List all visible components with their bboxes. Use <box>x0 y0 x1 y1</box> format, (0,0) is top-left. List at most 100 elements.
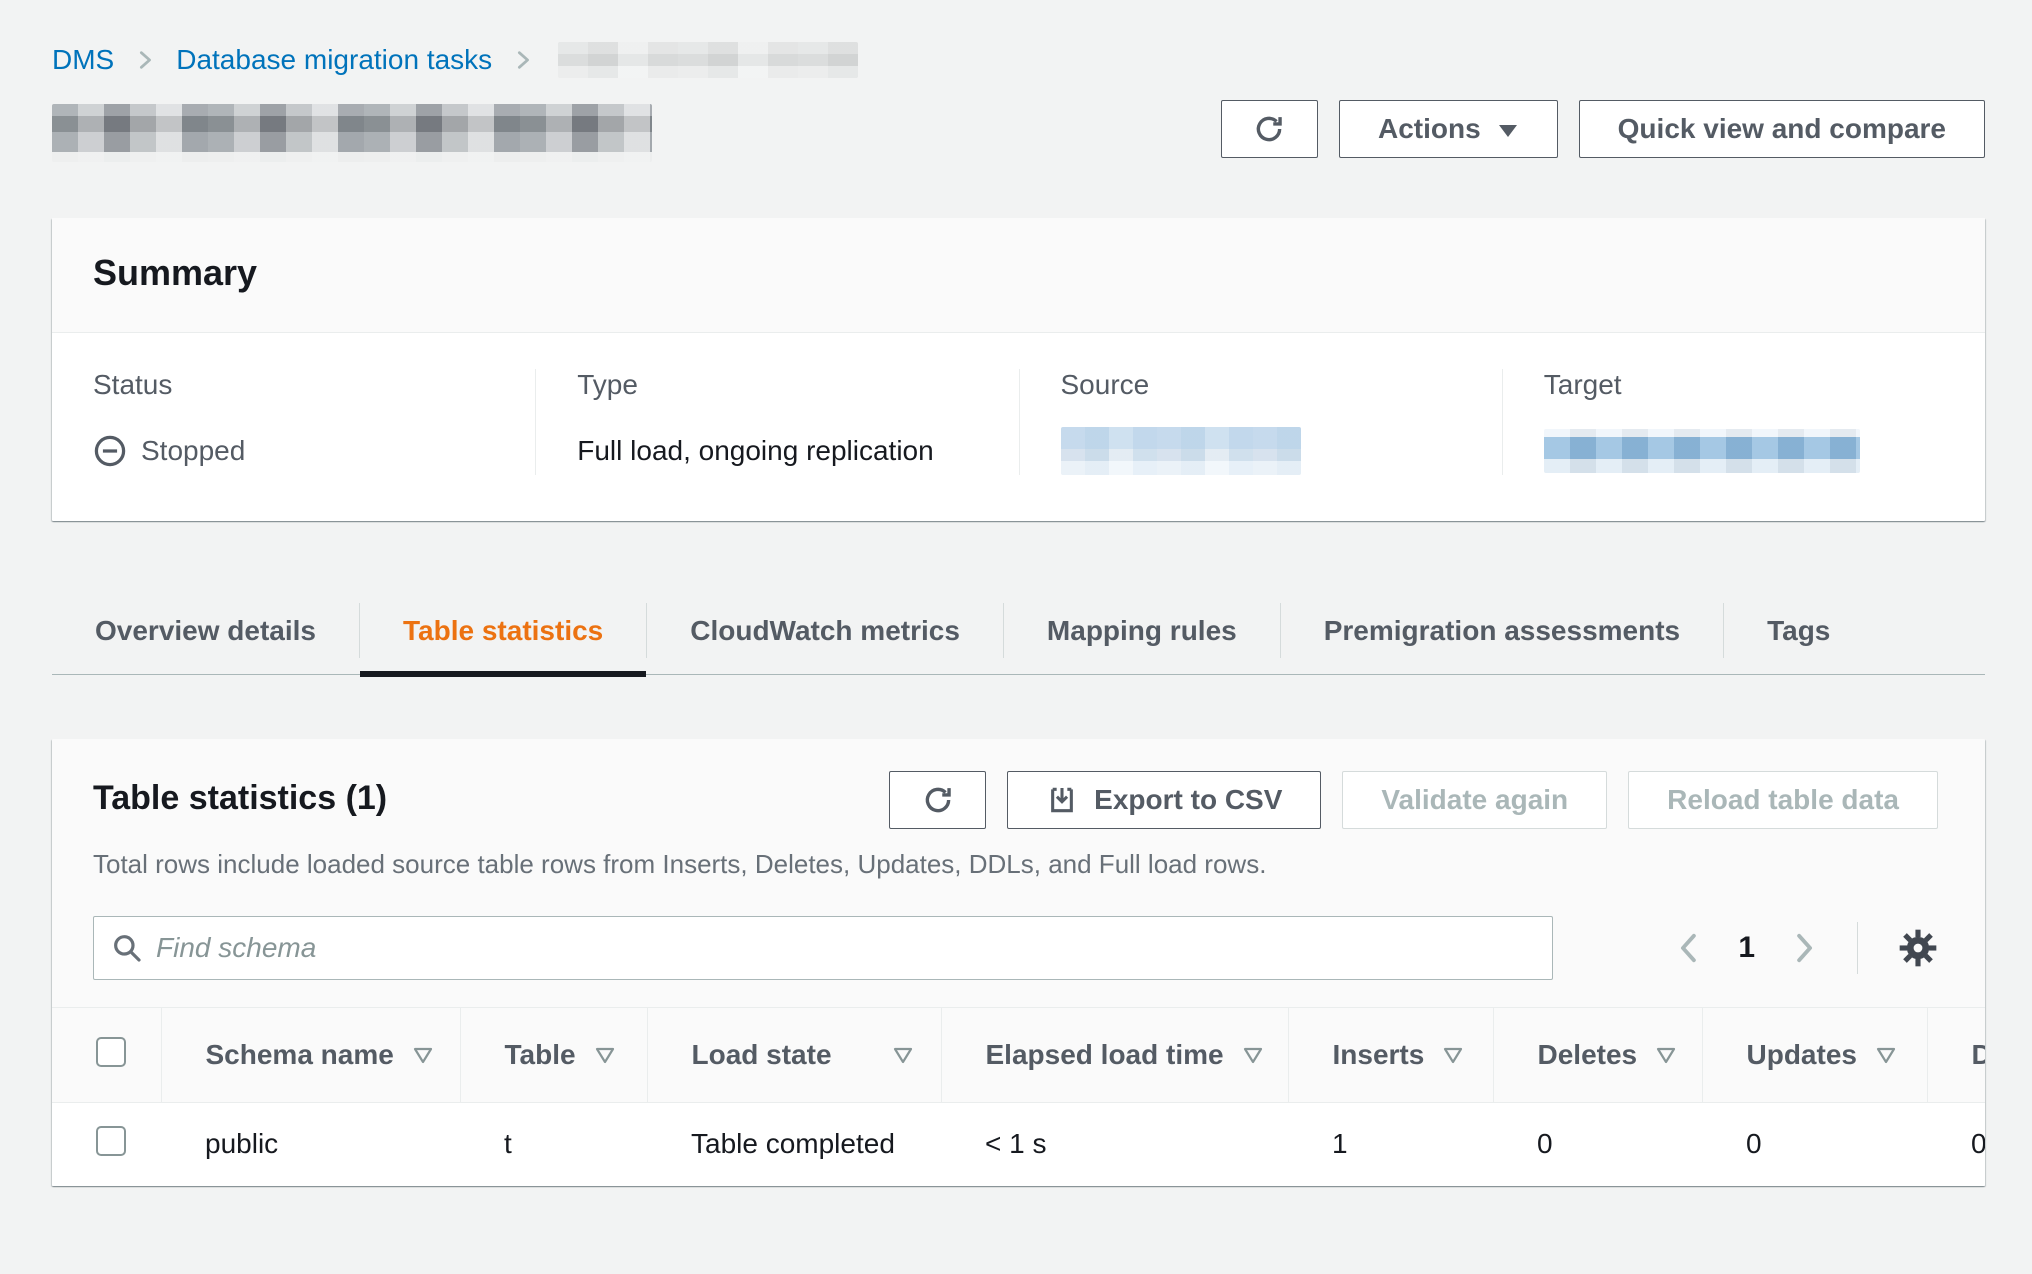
next-page-icon[interactable] <box>1789 931 1819 965</box>
column-header-elapsed-load-time[interactable]: Elapsed load time <box>941 1008 1288 1103</box>
column-label: Updates <box>1747 1039 1857 1071</box>
tab-mapping-rules[interactable]: Mapping rules <box>1004 587 1280 674</box>
redacted-task-name <box>558 42 858 78</box>
column-header-deletes[interactable]: Deletes <box>1493 1008 1702 1103</box>
table-row[interactable]: public t Table completed < 1 s 1 0 0 0 <box>52 1103 1985 1186</box>
table-statistics-header: Table statistics (1) Export to CSV Valid… <box>52 739 1985 829</box>
status-value: Stopped <box>93 427 495 475</box>
settings-gear-icon[interactable] <box>1896 926 1940 970</box>
search-row: 1 <box>52 880 1985 980</box>
page: DMS Database migration tasks Actions <box>0 0 2032 1186</box>
breadcrumb: DMS Database migration tasks <box>52 42 1985 78</box>
summary-source-column: Source <box>1019 369 1502 475</box>
cell-schema-name: public <box>161 1103 460 1186</box>
sort-icon[interactable] <box>892 1046 914 1068</box>
validate-again-label: Validate again <box>1381 784 1568 816</box>
refresh-table-button[interactable] <box>889 771 986 829</box>
column-label: Schema name <box>206 1039 394 1071</box>
sort-icon[interactable] <box>1655 1046 1677 1068</box>
cell-ddls-clipped: 0 <box>1927 1103 1985 1186</box>
tab-overview-details[interactable]: Overview details <box>52 587 359 674</box>
sort-icon[interactable] <box>1875 1046 1897 1068</box>
column-header-schema-name[interactable]: Schema name <box>161 1008 460 1103</box>
column-label: Inserts <box>1333 1039 1425 1071</box>
table-statistics-title: Table statistics (1) <box>93 771 387 818</box>
chevron-right-icon <box>512 45 534 75</box>
source-value <box>1061 427 1462 475</box>
cell-inserts: 1 <box>1288 1103 1493 1186</box>
pager-divider <box>1857 922 1858 974</box>
summary-card: Summary Status Stopped Type Full load, o… <box>52 218 1985 521</box>
actions-button[interactable]: Actions <box>1339 100 1558 158</box>
status-label: Status <box>93 369 495 401</box>
table-statistics-description: Total rows include loaded source table r… <box>52 829 1985 880</box>
target-label: Target <box>1544 369 1945 401</box>
tab-premigration-assessments[interactable]: Premigration assessments <box>1281 587 1723 674</box>
column-header-ddls-clipped[interactable]: D <box>1927 1008 1985 1103</box>
header-buttons: Actions Quick view and compare <box>1221 100 1985 158</box>
sort-icon[interactable] <box>412 1046 434 1068</box>
source-label: Source <box>1061 369 1462 401</box>
column-header-updates[interactable]: Updates <box>1702 1008 1927 1103</box>
summary-body: Status Stopped Type Full load, ongoing r… <box>52 333 1985 521</box>
redacted-target-endpoint <box>1544 429 1860 473</box>
previous-page-icon[interactable] <box>1674 931 1704 965</box>
quick-view-and-compare-button[interactable]: Quick view and compare <box>1579 100 1985 158</box>
cell-elapsed-load-time: < 1 s <box>941 1103 1288 1186</box>
column-header-load-state[interactable]: Load state <box>647 1008 941 1103</box>
find-schema-input[interactable] <box>93 916 1553 980</box>
table-statistics-card: Table statistics (1) Export to CSV Valid… <box>52 739 1985 1186</box>
type-value: Full load, ongoing replication <box>577 427 978 475</box>
summary-target-column: Target <box>1502 369 1985 475</box>
status-text: Stopped <box>141 435 245 467</box>
sort-icon[interactable] <box>1442 1046 1464 1068</box>
column-label: Table <box>505 1039 576 1071</box>
pagination: 1 <box>1674 922 1940 974</box>
refresh-icon <box>921 783 955 817</box>
search-box <box>93 916 1553 980</box>
tab-tags[interactable]: Tags <box>1724 587 1873 674</box>
current-page-number[interactable]: 1 <box>1738 931 1755 965</box>
cell-deletes: 0 <box>1493 1103 1702 1186</box>
reload-table-data-label: Reload table data <box>1667 784 1899 816</box>
chevron-right-icon <box>134 45 156 75</box>
tab-bar: Overview details Table statistics CloudW… <box>52 587 1985 675</box>
select-all-checkbox[interactable] <box>96 1037 126 1067</box>
column-label: Load state <box>692 1039 832 1071</box>
tab-cloudwatch-metrics[interactable]: CloudWatch metrics <box>647 587 1003 674</box>
type-label: Type <box>577 369 978 401</box>
summary-status-column: Status Stopped <box>52 369 535 475</box>
export-to-csv-label: Export to CSV <box>1094 784 1282 816</box>
cell-load-state: Table completed <box>647 1103 941 1186</box>
caret-down-icon <box>1497 123 1519 139</box>
summary-type-column: Type Full load, ongoing replication <box>535 369 1018 475</box>
refresh-button[interactable] <box>1221 100 1318 158</box>
table-statistics-buttons: Export to CSV Validate again Reload tabl… <box>889 771 1938 829</box>
reload-table-data-button[interactable]: Reload table data <box>1628 771 1938 829</box>
tab-table-statistics[interactable]: Table statistics <box>360 587 646 674</box>
page-header: Actions Quick view and compare <box>52 100 1985 162</box>
actions-button-label: Actions <box>1378 113 1481 145</box>
breadcrumb-link-dms[interactable]: DMS <box>52 44 114 76</box>
download-icon <box>1046 784 1078 816</box>
search-icon <box>111 932 143 964</box>
sort-icon[interactable] <box>594 1046 616 1068</box>
select-all-header-cell <box>52 1008 161 1103</box>
redacted-page-title <box>52 104 652 162</box>
validate-again-button[interactable]: Validate again <box>1342 771 1607 829</box>
breadcrumb-link-tasks[interactable]: Database migration tasks <box>176 44 492 76</box>
row-select-cell <box>52 1103 161 1186</box>
column-header-table[interactable]: Table <box>460 1008 647 1103</box>
export-to-csv-button[interactable]: Export to CSV <box>1007 771 1321 829</box>
sort-icon[interactable] <box>1242 1046 1264 1068</box>
summary-card-header: Summary <box>52 218 1985 333</box>
stopped-circle-minus-icon <box>93 434 127 468</box>
column-header-inserts[interactable]: Inserts <box>1288 1008 1493 1103</box>
redacted-source-endpoint <box>1061 427 1301 475</box>
column-label: Deletes <box>1538 1039 1638 1071</box>
row-checkbox[interactable] <box>96 1126 126 1156</box>
cell-table: t <box>460 1103 647 1186</box>
summary-title: Summary <box>93 252 1944 294</box>
table-header-row: Schema name Table Load state Elapsed loa… <box>52 1008 1985 1103</box>
target-value <box>1544 427 1945 475</box>
